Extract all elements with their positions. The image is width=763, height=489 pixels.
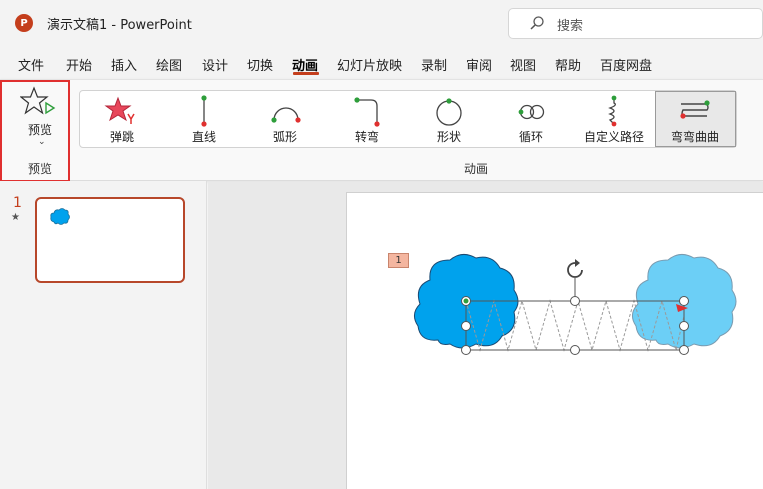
bounce-icon xyxy=(104,96,135,124)
rotate-handle-icon[interactable] xyxy=(567,259,583,278)
animation-order-tag[interactable]: 1 xyxy=(388,253,409,268)
menu-home[interactable]: 开始 xyxy=(66,55,92,74)
menu-review[interactable]: 审阅 xyxy=(466,55,492,74)
slide-stage xyxy=(414,254,737,355)
resize-handle[interactable] xyxy=(570,345,580,355)
resize-handle[interactable] xyxy=(679,321,689,331)
menu-view[interactable]: 视图 xyxy=(510,55,536,74)
resize-handle[interactable] xyxy=(461,345,471,355)
thumbnail-cloud-icon xyxy=(50,208,70,225)
menu-record[interactable]: 录制 xyxy=(421,55,447,74)
preview-label: 预览 xyxy=(28,123,53,137)
resize-handle[interactable] xyxy=(679,345,689,355)
menu-transitions[interactable]: 切换 xyxy=(247,55,273,74)
arc-path-icon xyxy=(271,107,301,123)
star-preview-icon xyxy=(20,86,56,115)
animation-star-icon: ★ xyxy=(11,212,20,223)
animation-bounce-label: 弹跳 xyxy=(110,130,135,144)
path-start-point[interactable] xyxy=(463,298,469,304)
animation-zigzag-label: 弯弯曲曲 xyxy=(671,130,720,144)
title-bar: P 演示文稿1 - PowerPoint 搜索 xyxy=(0,0,763,46)
animation-arc-label: 弧形 xyxy=(273,130,298,144)
menu-design[interactable]: 设计 xyxy=(202,55,228,74)
chevron-down-icon[interactable]: ⌄ xyxy=(38,137,46,147)
resize-handle[interactable] xyxy=(679,296,689,306)
turn-path-icon xyxy=(354,97,380,127)
active-tab-underline xyxy=(293,72,319,75)
slide-number: 1 xyxy=(13,195,22,211)
powerpoint-logo-icon: P xyxy=(15,14,33,32)
menu-draw[interactable]: 绘图 xyxy=(156,55,182,74)
animation-custom-path-label: 自定义路径 xyxy=(584,130,645,144)
resize-handle[interactable] xyxy=(461,321,471,331)
animation-shape-label: 形状 xyxy=(437,130,462,144)
zigzag-path-icon xyxy=(680,100,710,119)
menu-help[interactable]: 帮助 xyxy=(555,55,581,74)
menu-bar: 文件 开始 插入 绘图 设计 切换 动画 幻灯片放映 录制 审阅 视图 帮助 百… xyxy=(0,50,763,78)
resize-handle[interactable] xyxy=(570,296,580,306)
document-title: 演示文稿1 - PowerPoint xyxy=(47,18,192,33)
menu-slideshow[interactable]: 幻灯片放映 xyxy=(337,55,402,74)
line-path-icon xyxy=(201,95,207,127)
slide-thumbnail[interactable] xyxy=(35,197,185,283)
menu-file[interactable]: 文件 xyxy=(18,55,44,74)
animation-loop-label: 循环 xyxy=(519,130,544,144)
search-placeholder: 搜索 xyxy=(557,19,584,34)
search-input[interactable]: 搜索 xyxy=(508,8,763,39)
animation-turn-label: 转弯 xyxy=(355,130,380,144)
menu-baidu-netdisk[interactable]: 百度网盘 xyxy=(600,55,652,74)
menu-insert[interactable]: 插入 xyxy=(111,55,137,74)
preview-group-label: 预览 xyxy=(28,162,53,176)
custom-path-icon xyxy=(608,95,617,127)
shape-path-icon xyxy=(436,98,462,126)
animation-line-label: 直线 xyxy=(192,130,217,144)
search-icon xyxy=(530,16,544,30)
loop-path-icon xyxy=(518,104,545,120)
animation-group-label: 动画 xyxy=(464,162,489,176)
